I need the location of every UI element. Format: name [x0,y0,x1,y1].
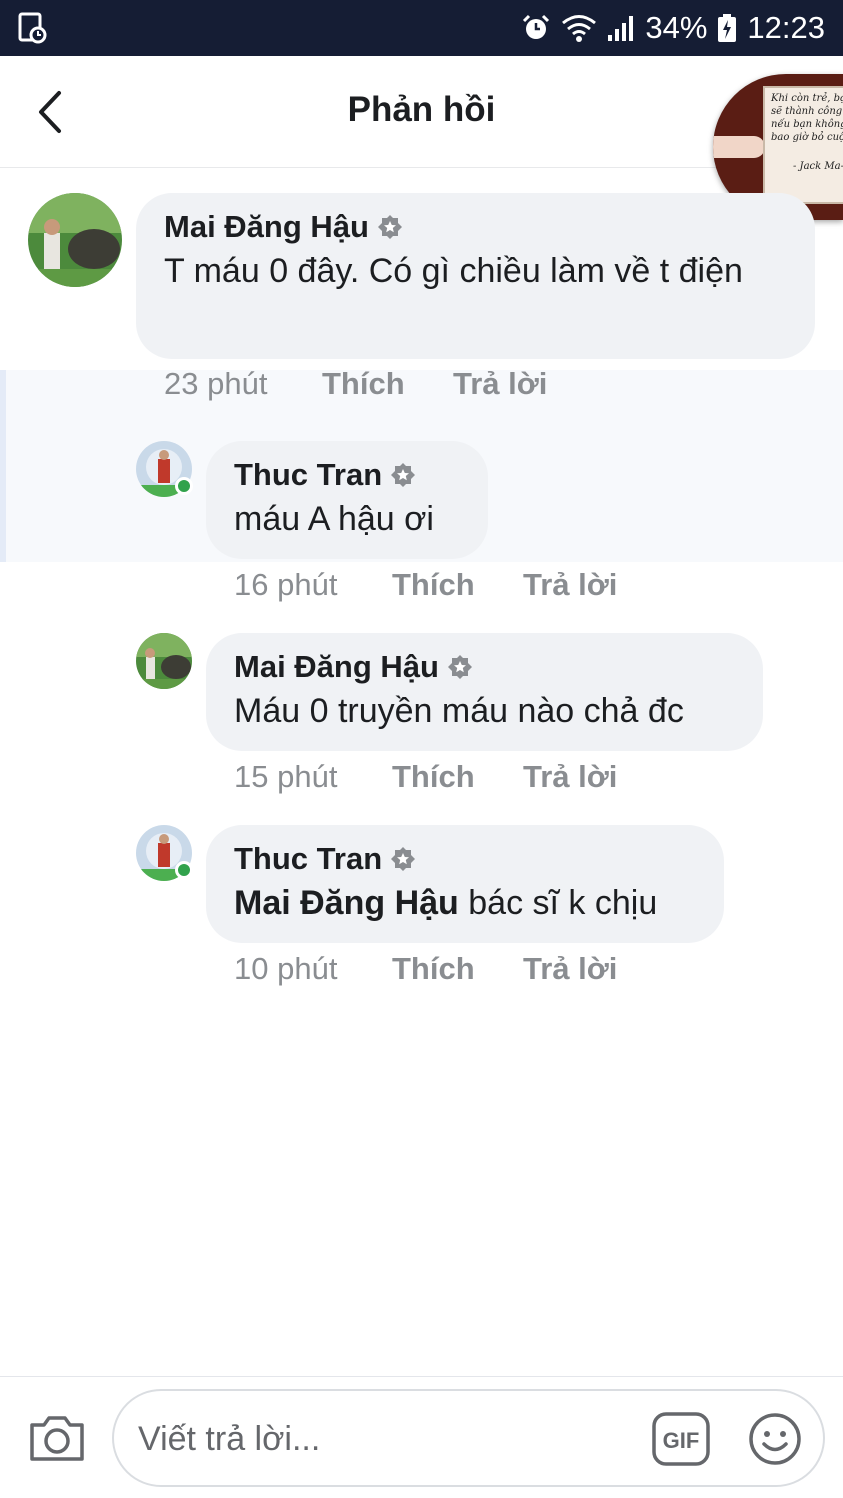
cell-signal-icon [607,13,635,43]
comment-actions: 23 phút Thích Trả lời [164,362,547,406]
chat-head-photo [713,136,765,158]
comment-bubble: Mai Đăng Hậu T máu 0 đây. Có gì chiều là… [136,193,815,359]
comment-actions: 15 phút Thích Trả lời [234,755,617,799]
comment-text-body: bác sĩ k chịu [458,884,658,922]
comment-text: máu A hậu ơi [234,500,434,538]
comment-author[interactable]: Mai Đăng Hậu [164,209,369,245]
verified-badge-icon [390,846,416,872]
reply-button[interactable]: Trả lời [453,366,547,402]
online-status-indicator [175,477,193,495]
comment-bubble: Thuc Tran Mai Đăng Hậu bác sĩ k chịu [206,825,724,943]
comment-time: 10 phút [234,951,338,986]
comment-actions: 16 phút Thích Trả lời [234,563,617,607]
avatar[interactable] [136,633,192,689]
comment-actions: 10 phút Thích Trả lời [234,947,617,991]
screenshot-notification-icon [18,12,48,44]
avatar-photo-mai-dang-hau [28,193,122,287]
comment-bubble: Mai Đăng Hậu Máu 0 truyền máu nào chả đc [206,633,763,751]
comment-time: 16 phút [234,567,338,602]
chat-head-quote-text: Khi còn trẻ, bạn sẽ thành công nếu bạn k… [771,93,843,143]
comment-text: T máu 0 đây. Có gì chiều làm về t điện [164,252,743,290]
avatar-photo-mai-dang-hau [136,633,192,689]
verified-badge-icon [377,214,403,240]
battery-charging-icon [717,13,737,43]
wifi-icon [561,13,597,43]
verified-badge-icon [447,654,473,680]
comment-time: 23 phút [164,366,268,401]
status-bar: 34% 12:23 [0,0,843,56]
reply-button[interactable]: Trả lời [523,759,617,795]
camera-button[interactable] [28,1409,86,1467]
mention-link[interactable]: Mai Đăng Hậu [234,884,459,922]
like-button[interactable]: Thích [392,759,523,795]
comment-time: 15 phút [234,759,338,794]
replies-sheet: Phản hồi Khi còn trẻ, bạn sẽ thành công … [0,56,843,1498]
reply-input-container: GIF [112,1389,825,1487]
comment-author[interactable]: Thuc Tran [234,841,382,877]
avatar[interactable] [28,193,122,287]
comment-author[interactable]: Mai Đăng Hậu [234,649,439,685]
reply-button[interactable]: Trả lời [523,951,617,987]
camera-icon [30,1416,84,1461]
clock-time: 12:23 [747,10,825,45]
like-button[interactable]: Thích [392,567,523,603]
verified-badge-icon [390,462,416,488]
comment-bubble: Thuc Tran máu A hậu ơi [206,441,488,559]
battery-percent: 34% [645,10,708,45]
reply-input[interactable] [138,1413,638,1465]
chat-head-quote-author: - Jack Ma- [793,161,843,172]
reply-button[interactable]: Trả lời [523,567,617,603]
comment-text: Mai Đăng Hậu bác sĩ k chịu [234,879,696,927]
gif-icon: GIF [652,1412,710,1466]
like-button[interactable]: Thích [322,366,453,402]
alarm-icon [521,13,551,43]
smiley-icon [749,1413,801,1465]
chat-head-quote-image: Khi còn trẻ, bạn sẽ thành công nếu bạn k… [763,86,843,204]
reply-composer: GIF [0,1376,843,1498]
comment-author[interactable]: Thuc Tran [234,457,382,493]
status-indicators: 34% 12:23 [521,0,825,56]
like-button[interactable]: Thích [392,951,523,987]
gif-label: GIF [663,1428,700,1453]
comment-text: Máu 0 truyền máu nào chả đc [234,692,684,730]
emoji-button[interactable] [747,1411,803,1467]
highlight-indicator [0,370,6,562]
gif-button[interactable]: GIF [651,1411,711,1467]
online-status-indicator [175,861,193,879]
